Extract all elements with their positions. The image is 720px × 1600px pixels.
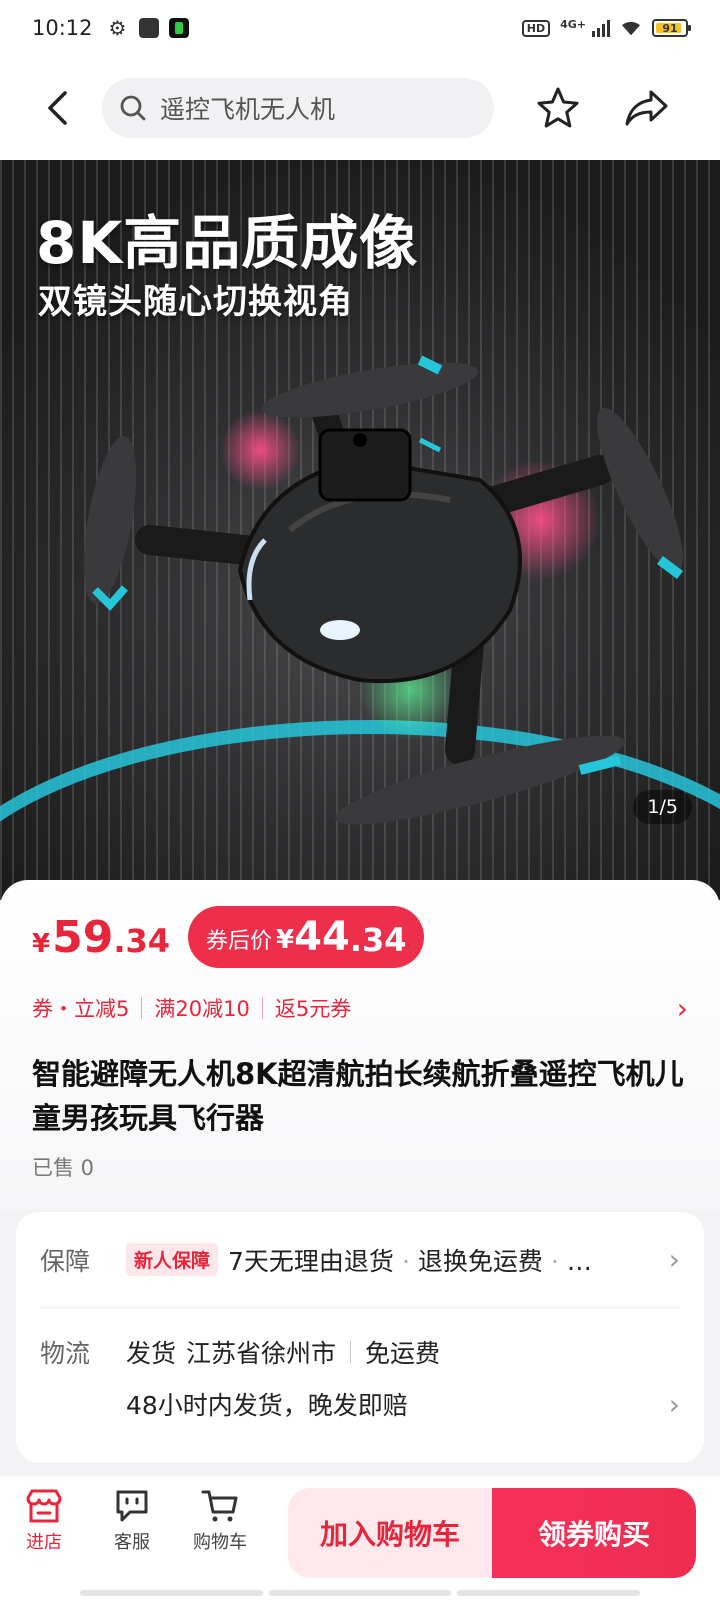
- chevron-right-icon: ›: [676, 991, 688, 1025]
- original-price: ¥ 59 .34: [32, 912, 170, 963]
- store-label: 进店: [26, 1532, 62, 1553]
- signal-strength-icon: [592, 19, 610, 37]
- cart-label: 购物车: [193, 1532, 247, 1553]
- promotions-row[interactable]: 券・立减5 满20减10 返5元券 ›: [32, 986, 688, 1030]
- home-indicator: [80, 1590, 641, 1596]
- promo-item: 券・立减5: [32, 997, 130, 1021]
- store-icon: [26, 1489, 62, 1523]
- chevron-right-icon: ›: [668, 1387, 680, 1421]
- original-price-decimal: .34: [113, 921, 171, 960]
- message-icon: [138, 18, 159, 38]
- ship-fee: 免运费: [365, 1339, 441, 1368]
- guarantee-items: 7天无理由退货 · 退换免运费 ·…: [228, 1242, 592, 1278]
- cart-icon: [201, 1490, 238, 1522]
- guarantee-row[interactable]: 保障 新人保障 7天无理由退货 · 退换免运费 ·… ›: [40, 1212, 680, 1308]
- logistics-label: 物流: [40, 1339, 91, 1368]
- store-button[interactable]: 进店: [0, 1488, 88, 1554]
- status-bar: 10:12 ⚙ HD 4G+ 91: [0, 0, 720, 56]
- star-icon: [537, 87, 579, 128]
- customer-service-label: 客服: [114, 1532, 150, 1553]
- cart-button[interactable]: 购物车: [176, 1488, 264, 1554]
- currency-symbol: ¥: [32, 928, 51, 959]
- guarantee-item: 退换免运费: [417, 1246, 543, 1276]
- product-image-carousel[interactable]: 8K高品质成像 双镜头随心切换视角 1/5: [0, 160, 720, 900]
- ship-origin: 江苏省徐州市: [186, 1339, 337, 1368]
- share-icon: [625, 90, 668, 126]
- dot-separator: ·: [550, 1246, 559, 1276]
- buy-with-coupon-button[interactable]: 领券购买: [492, 1488, 696, 1578]
- battery-icon: 91: [652, 19, 691, 37]
- network-type: 4G+: [560, 17, 586, 31]
- battery-level: 91: [662, 21, 678, 35]
- purchase-buttons: 加入购物车 领券购买: [288, 1488, 696, 1578]
- hero-subheadline: 双镜头随心切换视角: [38, 282, 353, 322]
- search-input[interactable]: 遥控飞机无人机: [102, 78, 494, 138]
- chevron-right-icon: ›: [668, 1243, 680, 1276]
- search-query: 遥控飞机无人机: [160, 95, 336, 124]
- original-price-integer: 59: [52, 911, 114, 963]
- top-navigation: 遥控飞机无人机: [0, 56, 720, 160]
- guarantee-item: 7天无理由退货: [228, 1246, 394, 1276]
- logistics-line: 物流 发货 江苏省徐州市 免运费: [40, 1328, 680, 1376]
- sold-count: 已售 0: [32, 1156, 95, 1180]
- promo-divider: [141, 997, 143, 1019]
- coupon-price-label: 券后价: [206, 929, 273, 954]
- wifi-icon: [622, 21, 640, 36]
- download-app-icon: [168, 18, 189, 38]
- back-arrow-icon: [48, 91, 67, 125]
- share-button[interactable]: [618, 80, 674, 136]
- ship-promise-line: 48小时内发货，晚发即赔 ›: [126, 1376, 680, 1432]
- price-row: ¥ 59 .34 券后价 ¥ 44 .34: [32, 888, 688, 986]
- coupon-price-integer: 44: [294, 914, 350, 960]
- hd-voice-icon: HD: [521, 19, 551, 37]
- favorite-button[interactable]: [530, 80, 586, 136]
- coupon-price-badge[interactable]: 券后价 ¥ 44 .34: [188, 906, 425, 968]
- logistics-row[interactable]: 物流 发货 江苏省徐州市 免运费 48小时内发货，晚发即赔 ›: [40, 1308, 680, 1432]
- image-counter: 1/5: [633, 790, 692, 824]
- promo-divider: [261, 997, 263, 1019]
- product-title: 智能避障无人机8K超清航拍长续航折叠遥控飞机儿童男孩玩具飞行器: [32, 1057, 684, 1135]
- settings-gear-icon: ⚙: [108, 16, 127, 40]
- dot-separator: ·: [401, 1246, 410, 1276]
- search-icon: [120, 95, 146, 121]
- hero-headline: 8K高品质成像: [36, 209, 419, 277]
- status-time: 10:12: [32, 16, 93, 40]
- new-user-guarantee-badge: 新人保障: [126, 1243, 219, 1276]
- logistics-divider: [350, 1340, 352, 1364]
- service-card: 保障 新人保障 7天无理由退货 · 退换免运费 ·… › 物流 发货 江苏省徐州市 免…: [16, 1212, 704, 1462]
- customer-service-button[interactable]: 客服: [88, 1488, 176, 1554]
- coupon-price-decimal: .34: [349, 921, 407, 959]
- promo-item: 满20减10: [154, 997, 250, 1021]
- drone-product-image: [83, 355, 683, 825]
- ship-prefix: 发货: [126, 1339, 177, 1368]
- promo-item: 返5元券: [274, 997, 352, 1021]
- coupon-currency-symbol: ¥: [276, 925, 295, 955]
- status-indicators: HD 4G+ 91: [521, 17, 691, 37]
- guarantee-label: 保障: [40, 1246, 91, 1276]
- notification-icons: ⚙: [109, 18, 189, 38]
- bottom-action-bar: 进店 客服 购物车 加入购物车 领券购买: [0, 1476, 720, 1600]
- guarantee-more: …: [566, 1246, 592, 1276]
- ship-promise: 48小时内发货，晚发即赔: [126, 1391, 408, 1420]
- chat-icon: [116, 1490, 148, 1522]
- back-button[interactable]: [30, 80, 86, 136]
- add-to-cart-button[interactable]: 加入购物车: [288, 1488, 492, 1578]
- product-info-card: ¥ 59 .34 券后价 ¥ 44 .34 券・立减5 满20减10 返5元券 …: [0, 880, 720, 1210]
